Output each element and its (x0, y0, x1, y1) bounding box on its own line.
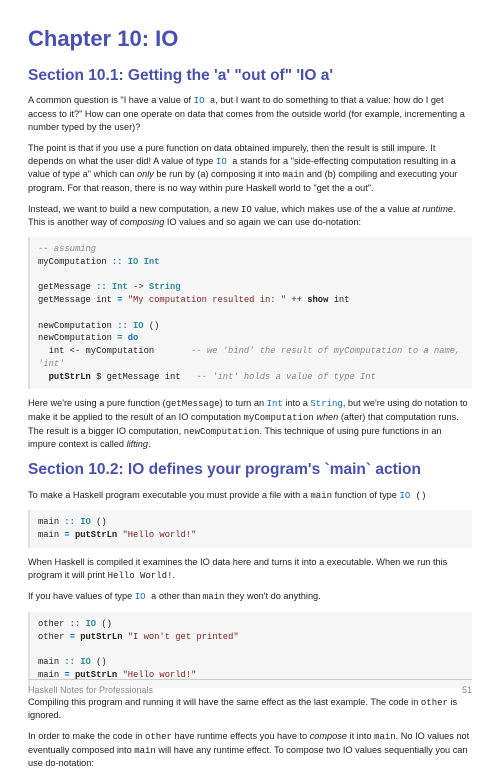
section-2-p2: When Haskell is compiled it examines the… (28, 556, 472, 582)
section-2-p3: If you have values of type IO a other th… (28, 590, 472, 604)
section-2-title: Section 10.2: IO defines your program's … (28, 459, 472, 481)
section-1-p2: The point is that if you use a pure func… (28, 142, 472, 195)
section-2-p1: To make a Haskell program executable you… (28, 489, 472, 503)
code-block-1: -- assuming myComputation :: IO Int getM… (28, 237, 472, 389)
section-2-p5: In order to make the code in other have … (28, 730, 472, 770)
section-1-p1: A common question is "I have a value of … (28, 94, 472, 133)
footer-page-number: 51 (462, 684, 472, 697)
section-2-p4: Compiling this program and running it wi… (28, 696, 472, 722)
page-footer: Haskell Notes for Professionals 51 (28, 679, 472, 697)
footer-left: Haskell Notes for Professionals (28, 684, 153, 697)
chapter-title: Chapter 10: IO (28, 24, 472, 55)
section-1-p3: Instead, we want to build a new computat… (28, 203, 472, 229)
code-block-3: other :: IO () other = putStrLn "I won't… (28, 612, 472, 688)
section-1-p4: Here we're using a pure function (getMes… (28, 397, 472, 451)
section-1-title: Section 10.1: Getting the 'a' "out of" '… (28, 65, 472, 87)
code-block-2: main :: IO () main = putStrLn "Hello wor… (28, 510, 472, 548)
